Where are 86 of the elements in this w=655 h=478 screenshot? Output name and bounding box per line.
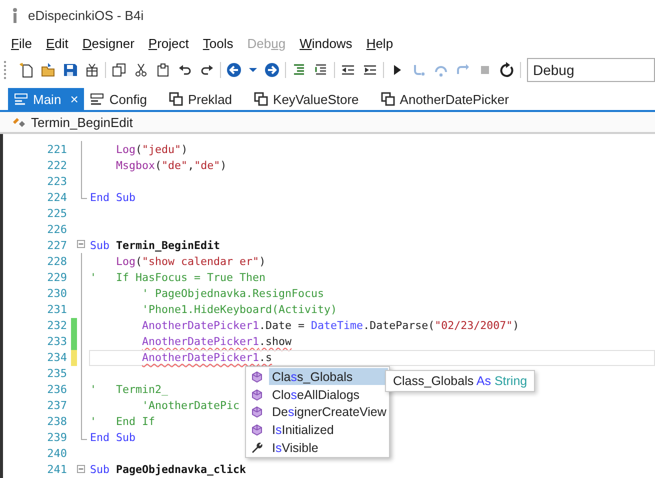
line-number: 232 [46,319,67,332]
menu-item[interactable]: Project [141,36,196,50]
window-title: eDispecinkiOS - B4i [28,8,144,22]
menu-item[interactable]: Tools [196,36,240,50]
collapse-icon[interactable] [77,464,85,473]
redo-icon[interactable] [199,62,215,78]
line-number: 225 [46,206,67,220]
line-number: 239 [46,431,67,444]
restart-icon[interactable] [499,62,515,78]
forward-icon[interactable] [264,62,280,78]
open-folder-icon[interactable] [40,62,56,78]
paste-icon[interactable] [155,62,171,78]
cut-icon[interactable] [133,62,149,78]
line-number: 240 [46,447,67,460]
file-tab[interactable]: Preklad [162,88,248,110]
line-number: 222 [46,158,67,172]
new-file-icon[interactable] [18,62,34,78]
code-line: End Sub [90,190,136,204]
menu-item[interactable]: Edit [38,36,76,50]
undo-icon[interactable] [177,62,193,78]
code-line: Sub Termin_BeginEdit [90,238,220,252]
app-icon [12,7,18,23]
line-number: 235 [46,367,67,380]
code-line: ' PageObjednavka.ResignFocus [141,286,324,300]
autocomplete-item[interactable]: DesignerCreateView [269,404,390,421]
menu-item[interactable]: Windows [292,36,360,50]
module-icon [14,92,28,106]
code-line: AnotherDatePicker1.s [141,351,272,364]
file-tab[interactable]: Main × [8,88,84,110]
class-icon [380,92,395,106]
method-icon [251,424,263,436]
code-line: ' If HasFocus = True Then [90,270,266,284]
code-line: Log("show calendar er") [115,254,266,268]
autocomplete-item[interactable]: IsInitialized [269,421,337,438]
code-line: Log("jedu") [115,142,188,156]
autocomplete-item[interactable]: CloseAllDialogs [269,386,363,404]
back-icon[interactable] [226,62,242,78]
line-number: 231 [46,302,67,316]
code-line: Sub PageObjednavka_click [90,463,246,476]
menu-item[interactable]: Help [359,36,400,50]
comment-lines-icon[interactable] [291,62,307,78]
collapse-icon[interactable] [77,240,85,248]
code-line: AnotherDatePicker1.show [141,335,292,348]
save-icon[interactable] [62,62,78,78]
copy-icon[interactable] [111,62,127,78]
code-line: Msgbox("de","de") [115,158,227,172]
file-tab[interactable]: KeyValueStore [248,88,375,110]
line-number: 238 [46,415,67,428]
line-number: 234 [46,351,67,364]
line-number: 237 [46,399,67,412]
sub-name[interactable]: Termin_BeginEdit [31,114,133,130]
code-line: ' Termin2_ [90,383,168,396]
code-line: 'Phone1.HideKeyboard(Activity) [141,302,338,316]
file-tab[interactable]: AnotherDatePicker [374,88,525,110]
file-tab[interactable]: Config [84,88,163,110]
line-number: 223 [46,174,67,188]
line-number: 224 [46,190,67,204]
menu-item[interactable]: File [4,36,39,50]
line-number: 221 [46,142,67,156]
code-line: AnotherDatePicker1.Date = DateTime.DateParse("02/23/2007") [141,319,520,332]
code-line: 'AnotherDatePic [141,399,240,412]
line-number: 226 [46,222,67,236]
line-number: 229 [46,270,67,284]
method-icon [251,406,263,418]
line-number: 236 [46,383,67,396]
class-icon [168,92,183,106]
module-icon [90,92,104,106]
autocomplete-item[interactable]: IsVisible [269,439,322,456]
line-number: 228 [46,254,67,268]
line-number: 230 [46,286,67,300]
package-icon[interactable] [84,62,100,78]
class-icon [254,92,268,106]
line-number: 241 [46,463,67,476]
method-icon [251,370,263,383]
type-tooltip: Class_Globals As String [385,370,536,392]
method-icon [251,388,263,401]
menu-item[interactable]: Designer [75,36,142,50]
line-number: 233 [46,335,67,348]
wrench-icon [251,442,263,454]
autocomplete-item[interactable]: Class_Globals [269,368,388,386]
build-config-dropdown[interactable]: Debug [527,58,655,82]
uncomment-lines-icon[interactable] [313,62,329,78]
code-line: End Sub [90,431,136,444]
code-line: ' End If [90,415,156,428]
close-icon[interactable]: × [70,91,78,107]
line-number: 227 [46,238,67,252]
